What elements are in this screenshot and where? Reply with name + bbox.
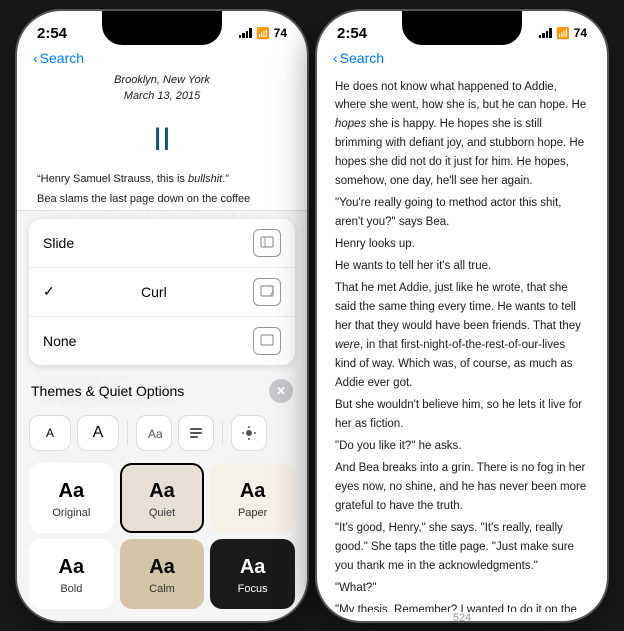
signal-icon [239, 28, 252, 38]
curl-label: Curl [141, 284, 167, 300]
reading-para-2: "You're really going to method actor thi… [335, 194, 589, 232]
wifi-icon-right: 📶 [556, 27, 570, 40]
para-1: “Henry Samuel Strauss, this is bullshit.… [37, 171, 287, 188]
font-increase-button[interactable]: A [77, 415, 119, 451]
transition-menu: Slide ✓ Curl None [29, 219, 295, 365]
reading-para-3: Henry looks up. [335, 235, 589, 254]
status-icons-right: 📶 74 [539, 26, 587, 40]
toolbar-panel: Slide ✓ Curl None [17, 210, 307, 621]
theme-aa-paper: Aa [240, 480, 266, 503]
theme-label-quiet: Quiet [149, 507, 175, 519]
font-size-row: A A Aa [17, 409, 307, 457]
svg-text:Aa: Aa [148, 427, 162, 441]
theme-bold[interactable]: Aa Bold [29, 539, 114, 609]
theme-paper[interactable]: Aa Paper [210, 463, 295, 533]
theme-label-bold: Bold [60, 583, 82, 595]
font-style-button[interactable]: Aa [136, 415, 172, 451]
status-bar-left: 2:54 📶 74 [17, 11, 307, 46]
theme-aa-calm: Aa [149, 556, 175, 579]
none-label: None [43, 333, 76, 349]
chapter-number: II [37, 115, 287, 163]
theme-aa-quiet: Aa [149, 480, 175, 503]
theme-label-paper: Paper [238, 507, 267, 519]
none-icon [253, 327, 281, 355]
slide-label: Slide [43, 235, 74, 251]
reading-content: He does not know what happened to Addie,… [317, 72, 607, 612]
status-icons-left: 📶 74 [239, 26, 287, 40]
chapter-date: March 13, 2015 [37, 88, 287, 105]
theme-aa-original: Aa [59, 480, 85, 503]
theme-original[interactable]: Aa Original [29, 463, 114, 533]
reading-para-10: "What?" [335, 579, 589, 598]
time-left: 2:54 [37, 25, 67, 42]
back-label-right: Search [340, 50, 384, 66]
reading-para-4: He wants to tell her it's all true. [335, 257, 589, 276]
nav-bar-right: ‹ Search [317, 46, 607, 72]
curl-icon [253, 278, 281, 306]
phone-right: 2:54 📶 74 ‹ Search He does not know what… [317, 11, 607, 621]
brightness-button[interactable] [231, 415, 267, 451]
battery-label-right: 74 [574, 26, 587, 40]
font-options-button[interactable] [178, 415, 214, 451]
chapter-location: Brooklyn, New York [37, 72, 287, 89]
battery-label-left: 74 [274, 26, 287, 40]
back-button-left[interactable]: ‹ Search [33, 50, 84, 66]
nav-bar-left: ‹ Search [17, 46, 307, 72]
checkmark-icon: ✓ [43, 283, 55, 300]
theme-label-original: Original [52, 507, 90, 519]
transition-slide[interactable]: Slide [29, 219, 295, 268]
time-right: 2:54 [337, 25, 367, 42]
themes-row: Themes & Quiet Options ✕ [17, 373, 307, 409]
signal-icon-right [539, 28, 552, 38]
theme-aa-focus: Aa [240, 556, 266, 579]
reading-para-6: But she wouldn't believe him, so he lets… [335, 396, 589, 434]
transition-curl[interactable]: ✓ Curl [29, 268, 295, 317]
page-number: 524 [317, 612, 607, 621]
close-button[interactable]: ✕ [269, 379, 293, 403]
back-label-left: Search [40, 50, 84, 66]
separator [127, 421, 128, 445]
transition-none[interactable]: None [29, 317, 295, 365]
reading-para-8: And Bea breaks into a grin. There is no … [335, 459, 589, 516]
theme-quiet[interactable]: Aa Quiet [120, 463, 205, 533]
theme-label-calm: Calm [149, 583, 175, 595]
slide-icon [253, 229, 281, 257]
phone-left: 2:54 📶 74 ‹ Search Brooklyn, New York Ma… [17, 11, 307, 621]
chevron-left-icon: ‹ [33, 50, 38, 66]
status-bar-right: 2:54 📶 74 [317, 11, 607, 46]
phones-container: 2:54 📶 74 ‹ Search Brooklyn, New York Ma… [17, 11, 607, 621]
reading-para-7: "Do you like it?" he asks. [335, 437, 589, 456]
themes-label: Themes & Quiet Options [31, 383, 184, 399]
reading-para-5: That he met Addie, just like he wrote, t… [335, 279, 589, 393]
font-decrease-button[interactable]: A [29, 415, 71, 451]
theme-label-focus: Focus [238, 583, 268, 595]
reading-para-11: "My thesis. Remember? I wanted to do it … [335, 601, 589, 612]
theme-focus[interactable]: Aa Focus [210, 539, 295, 609]
reading-para-9: "It's good, Henry," she says. "It's real… [335, 519, 589, 576]
reading-para-1: He does not know what happened to Addie,… [335, 78, 589, 192]
theme-grid: Aa Original Aa Quiet Aa Paper Aa Bold Aa [17, 457, 307, 621]
chevron-left-icon-right: ‹ [333, 50, 338, 66]
separator-2 [222, 421, 223, 445]
back-button-right[interactable]: ‹ Search [333, 50, 384, 66]
wifi-icon: 📶 [256, 27, 270, 40]
theme-calm[interactable]: Aa Calm [120, 539, 205, 609]
theme-aa-bold: Aa [59, 556, 85, 579]
chapter-header: Brooklyn, New York March 13, 2015 [37, 72, 287, 105]
